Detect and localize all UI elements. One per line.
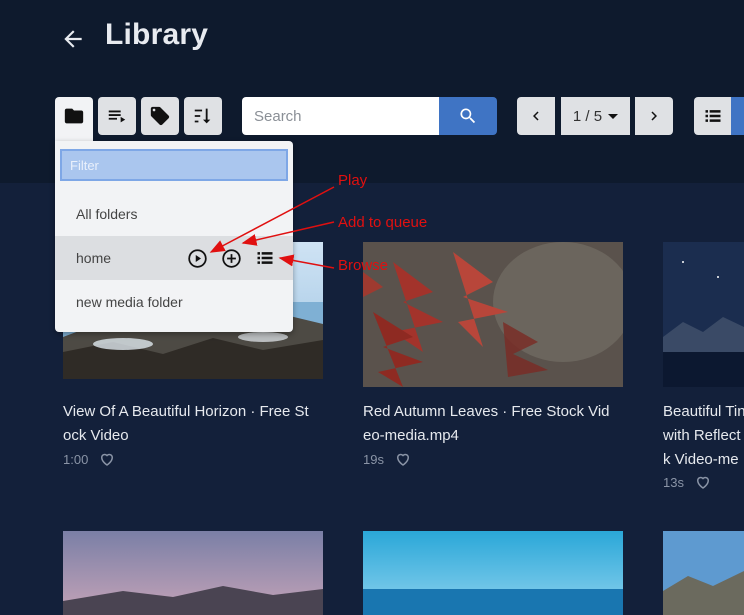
annotation-add-to-queue: Add to queue: [338, 214, 428, 231]
media-duration: 19s: [363, 451, 384, 467]
play-circle-icon: [187, 248, 207, 268]
media-thumbnail[interactable]: [363, 242, 623, 387]
search-icon: [460, 108, 476, 124]
media-card[interactable]: Beautiful Tin with Reflect k Video-me 13…: [663, 242, 744, 492]
folders-button[interactable]: [55, 97, 93, 141]
annotation-browse: Browse: [338, 257, 389, 274]
queue-button[interactable]: [98, 97, 136, 135]
folder-dropdown: All folders home new media folder: [55, 141, 293, 332]
search-input[interactable]: [242, 97, 439, 135]
list-view-icon: [257, 252, 273, 264]
media-thumbnail[interactable]: [363, 531, 623, 615]
folder-item-new-media[interactable]: new media folder: [55, 280, 293, 324]
heart-icon[interactable]: [694, 473, 712, 491]
media-title[interactable]: Red Autumn Leaves · Free Stock Vid eo-me…: [363, 400, 625, 448]
folder-item-all[interactable]: All folders: [55, 192, 293, 236]
media-duration: 1:00: [63, 451, 89, 467]
media-thumbnail[interactable]: [663, 531, 744, 615]
add-folder-to-queue-button[interactable]: [220, 247, 242, 269]
next-page-button[interactable]: [635, 97, 673, 135]
folder-item-label: All folders: [76, 206, 138, 222]
grid-view-button[interactable]: [731, 97, 744, 135]
chevron-left-icon: [533, 111, 539, 121]
folder-item-label: home: [76, 250, 112, 266]
media-meta: 1:00: [63, 450, 116, 468]
media-title[interactable]: Beautiful Tin with Reflect k Video-me: [663, 400, 744, 472]
tags-button[interactable]: [141, 97, 179, 135]
chevron-right-icon: [651, 111, 657, 121]
folder-icon: [64, 108, 84, 124]
add-circle-icon: [221, 248, 241, 268]
arrow-left-icon: [64, 30, 82, 48]
filter-input[interactable]: [60, 149, 288, 181]
caret-down-icon: [608, 114, 619, 119]
playlist-icon: [108, 110, 126, 123]
sort-button[interactable]: [184, 97, 222, 135]
media-thumbnail[interactable]: [663, 242, 744, 387]
play-folder-button[interactable]: [186, 247, 208, 269]
search-button[interactable]: [439, 97, 497, 135]
browse-folder-button[interactable]: [254, 247, 276, 269]
annotation-play: Play: [338, 172, 368, 189]
tag-icon: [150, 106, 170, 126]
sort-icon: [194, 108, 211, 124]
media-meta: 13s: [663, 473, 712, 491]
heart-icon[interactable]: [394, 450, 412, 468]
folder-item-label: new media folder: [76, 294, 183, 310]
page-select[interactable]: 1 / 5: [561, 97, 630, 135]
media-duration: 13s: [663, 474, 684, 490]
list-view-button[interactable]: [694, 97, 732, 135]
media-title[interactable]: View Of A Beautiful Horizon · Free St oc…: [63, 400, 325, 448]
page-indicator: 1 / 5: [572, 107, 603, 125]
page-title: Library: [105, 18, 209, 51]
media-meta: 19s: [363, 450, 412, 468]
media-thumbnail[interactable]: [63, 531, 323, 615]
folder-item-home[interactable]: home: [55, 236, 293, 280]
prev-page-button[interactable]: [517, 97, 555, 135]
back-button[interactable]: [58, 24, 88, 54]
heart-icon[interactable]: [98, 450, 116, 468]
list-view-icon: [705, 110, 721, 122]
